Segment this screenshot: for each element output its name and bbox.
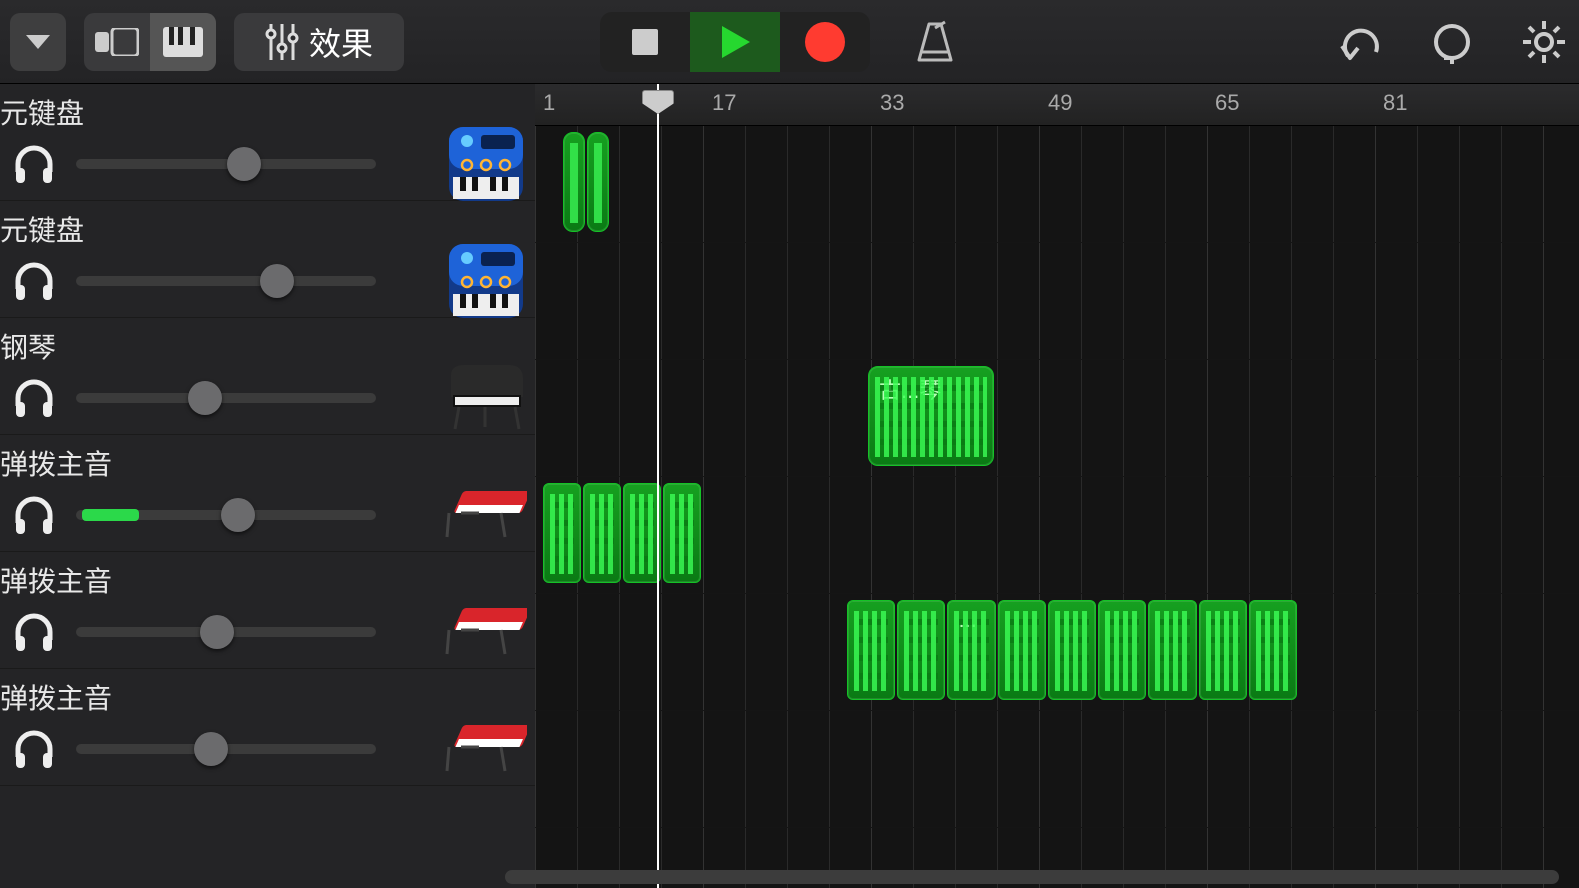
timeline-body[interactable]: 古...琴... [535,126,1579,888]
volume-slider[interactable] [76,617,376,647]
midi-clip[interactable] [1098,600,1146,700]
midi-clip[interactable] [1249,600,1297,700]
horizontal-scrollbar[interactable] [505,870,1559,884]
track-name: 元键盘 [0,92,84,132]
track-row[interactable]: 弹拨主音 [0,669,535,786]
midi-clip[interactable] [543,483,581,583]
volume-slider[interactable] [76,734,376,764]
timeline-ruler[interactable]: 1 17 33 49 65 81 [535,84,1579,126]
midi-clip[interactable] [847,600,895,700]
track-name: 元键盘 [0,209,84,249]
play-button[interactable] [690,12,780,72]
ruler-tick: 33 [880,90,904,116]
track-name: 弹拨主音 [0,677,112,717]
headphones-icon[interactable] [12,493,56,537]
timeline-lane[interactable] [535,711,1579,828]
loop-icon [1430,20,1474,64]
ruler-tick: 17 [712,90,736,116]
volume-slider[interactable] [76,500,376,530]
midi-clip[interactable] [897,600,945,700]
track-name: 钢琴 [0,326,56,366]
settings-button[interactable] [1519,17,1569,67]
loop-button[interactable] [1427,17,1477,67]
ruler-tick: 81 [1383,90,1407,116]
track-list: 元键盘 元键盘 钢琴 [0,84,535,888]
timeline-lane[interactable] [535,126,1579,243]
track-row[interactable]: 弹拨主音 [0,552,535,669]
headphones-icon[interactable] [12,376,56,420]
instrument-icon[interactable] [445,474,527,556]
track-name: 弹拨主音 [0,443,112,483]
track-row[interactable]: 钢琴 [0,318,535,435]
top-toolbar: 效果 [0,0,1579,84]
timeline[interactable]: 1 17 33 49 65 81 古...琴... [535,84,1579,888]
metronome-button[interactable] [910,12,960,72]
timeline-lane[interactable] [535,360,1579,477]
fx-button[interactable]: 效果 [234,13,404,71]
headphones-icon[interactable] [12,610,56,654]
midi-clip[interactable] [563,132,585,232]
volume-slider[interactable] [76,149,376,179]
ruler-tick: 1 [543,90,555,116]
ruler-tick: 49 [1048,90,1072,116]
ruler-tick: 65 [1215,90,1239,116]
midi-clip[interactable] [998,600,1046,700]
instrument-icon[interactable] [445,591,527,673]
fx-label: 效果 [309,19,373,65]
timeline-lane[interactable] [535,243,1579,360]
midi-clip[interactable] [663,483,701,583]
midi-clip[interactable] [1199,600,1247,700]
view-dropdown-button[interactable] [10,13,66,71]
headphones-icon[interactable] [12,727,56,771]
gear-icon [1521,19,1567,65]
midi-clip[interactable] [583,483,621,583]
chevron-down-icon [24,32,52,52]
instrument-icon[interactable] [445,708,527,790]
midi-clip[interactable] [1148,600,1196,700]
view-mode-toggle[interactable] [84,13,216,71]
sliders-icon [265,22,299,62]
record-button[interactable] [780,12,870,72]
stop-button[interactable] [600,12,690,72]
metronome-icon [915,20,955,64]
volume-slider[interactable] [76,383,376,413]
track-row[interactable]: 元键盘 [0,201,535,318]
track-row[interactable]: 元键盘 [0,84,535,201]
track-row[interactable]: 弹拨主音 [0,435,535,552]
midi-clip[interactable]: 古...琴 [868,366,994,466]
undo-button[interactable] [1335,17,1385,67]
view-mode-instrument-icon[interactable] [150,13,216,71]
instrument-icon[interactable] [445,240,527,322]
headphones-icon[interactable] [12,259,56,303]
instrument-icon[interactable] [445,123,527,205]
midi-clip[interactable] [1048,600,1096,700]
playhead[interactable] [657,84,659,888]
midi-clip[interactable] [587,132,609,232]
track-name: 弹拨主音 [0,560,112,600]
transport-controls [600,12,960,72]
undo-icon [1338,22,1382,62]
midi-clip[interactable]: ... [947,600,995,700]
view-mode-tracks-icon[interactable] [84,13,150,71]
instrument-icon[interactable] [445,357,527,439]
headphones-icon[interactable] [12,142,56,186]
piano-keys-icon [163,27,203,57]
midi-clip[interactable] [623,483,661,583]
volume-slider[interactable] [76,266,376,296]
